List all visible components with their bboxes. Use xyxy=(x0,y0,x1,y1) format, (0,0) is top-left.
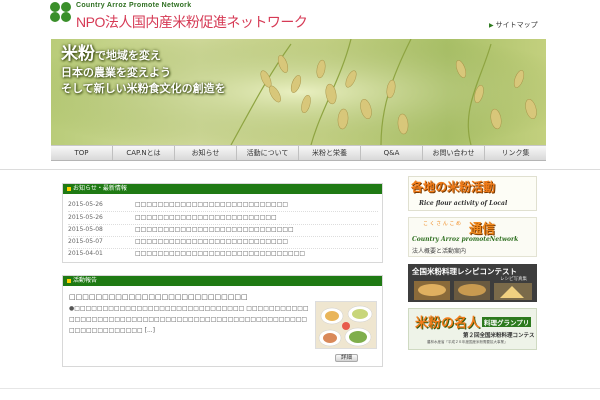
newsletter-english: Country Arroz promoteNetwork xyxy=(412,236,519,243)
news-title-link[interactable]: □□□□□□□□□□□□□□□□□□□□□□□□□□□ xyxy=(135,198,288,211)
news-date: 2015-05-26 xyxy=(68,201,103,208)
main-nav: TOP CAP.Nとは お知らせ 活動について 米粉と栄養 Q&A お問い合わせ… xyxy=(51,145,546,161)
newsletter-subtitle: 法人概要と活動案内 xyxy=(412,248,467,255)
newsletter-title: 通信 xyxy=(469,222,496,237)
nav-item-activities[interactable]: 活動について xyxy=(237,146,299,160)
activity-panel-title: 活動報告 xyxy=(73,277,98,284)
banner-line1: で地域を変え xyxy=(95,49,161,62)
activity-panel-header: 活動報告 xyxy=(63,276,382,286)
news-panel: お知らせ・最新情報 2015-05-26 □□□□□□□□□□□□□□□□□□□… xyxy=(62,183,383,263)
local-activities-title: 各地の米粉活動 xyxy=(411,180,496,194)
logo-japanese-text: NPO法人国内産米粉促進ネットワーク xyxy=(76,14,308,30)
detail-button[interactable]: 詳細 xyxy=(335,354,358,362)
news-panel-header: お知らせ・最新情報 xyxy=(63,184,382,194)
logo-mark-icon xyxy=(50,2,72,30)
newsletter-banner[interactable]: こ く さ ん こ め 通信 Country Arroz promoteNetw… xyxy=(408,217,537,257)
rice-master-banner[interactable]: 米粉の名人 料理グランプリ 第２回全国米粉料理コンテスト 農林水産省「平成２６年… xyxy=(408,308,537,350)
news-panel-title: お知らせ・最新情報 xyxy=(73,185,127,192)
local-activities-banner[interactable]: 各地の米粉活動 Rice flour activity of Local xyxy=(408,176,537,211)
hero-banner: 米粉で地域を変え 日本の農業を変えよう そして新しい米粉食文化の創造を xyxy=(51,39,546,145)
nav-item-about[interactable]: CAP.Nとは xyxy=(113,146,175,160)
logo-english-text: Country Arroz Promote Network xyxy=(76,2,192,9)
contest-sponsor: 農林水産省「平成２６年度国産米粉需要拡大事業」 xyxy=(427,340,508,344)
site-logo[interactable]: Country Arroz Promote Network NPO法人国内産米粉… xyxy=(50,2,308,34)
nav-item-nutrition[interactable]: 米粉と栄養 xyxy=(299,146,361,160)
sitemap-link[interactable]: ▶ サイトマップ xyxy=(489,20,538,30)
rice-master-title: 米粉の名人 xyxy=(415,316,481,331)
news-row[interactable]: 2015-05-26 □□□□□□□□□□□□□□□□□□□□□□□□□□□ xyxy=(68,198,378,212)
activity-post-title[interactable]: □□□□□□□□□□□□□□□□□□□□□□□□□□□ xyxy=(69,293,248,301)
banner-keyword: 米粉 xyxy=(61,44,95,64)
banner-copy: 米粉で地域を変え 日本の農業を変えよう そして新しい米粉食文化の創造を xyxy=(61,45,226,97)
nav-item-top[interactable]: TOP xyxy=(51,146,113,160)
newsletter-kana: こ く さ ん こ め xyxy=(423,221,461,227)
sitemap-label: サイトマップ xyxy=(495,21,538,29)
banner-line2: 日本の農業を変えよう xyxy=(61,66,171,79)
news-title-link[interactable]: □□□□□□□□□□□□□□□□□□□□□□□□□□□□□□ xyxy=(135,247,305,261)
news-row[interactable]: 2015-04-01 □□□□□□□□□□□□□□□□□□□□□□□□□□□□□… xyxy=(68,247,378,261)
contest-name: 第２回全国米粉料理コンテスト xyxy=(463,333,537,339)
nav-item-contact[interactable]: お問い合わせ xyxy=(423,146,485,160)
local-activities-subtitle: Rice flour activity of Local xyxy=(419,200,508,207)
news-date: 2015-04-01 xyxy=(68,250,103,257)
activity-post-excerpt: ●□□□□□□□□□□□□□□□□□□□□□□□□□□□□□□ □□□□□□□□… xyxy=(69,305,309,334)
grand-prix-label: 料理グランプリ xyxy=(482,317,532,327)
square-bullet-icon xyxy=(67,279,71,283)
nav-item-news[interactable]: お知らせ xyxy=(175,146,237,160)
activity-panel: 活動報告 □□□□□□□□□□□□□□□□□□□□□□□□□□□ ●□□□□□□… xyxy=(62,275,383,367)
triangle-right-icon: ▶ xyxy=(489,22,494,29)
nav-item-links[interactable]: リンク集 xyxy=(485,146,546,160)
recipe-contest-subtitle: レシピ写真集 xyxy=(500,277,527,282)
recipe-contest-banner[interactable]: 全国米粉料理レシピコンテスト レシピ写真集 xyxy=(408,264,537,302)
banner-line3: そして新しい米粉食文化の創造を xyxy=(61,82,226,95)
nav-item-qa[interactable]: Q&A xyxy=(361,146,423,160)
square-bullet-icon xyxy=(67,187,71,191)
activity-thumbnail[interactable] xyxy=(315,301,377,349)
footer-divider xyxy=(0,388,600,389)
food-photo-icon xyxy=(316,302,376,348)
content-divider xyxy=(0,169,600,170)
